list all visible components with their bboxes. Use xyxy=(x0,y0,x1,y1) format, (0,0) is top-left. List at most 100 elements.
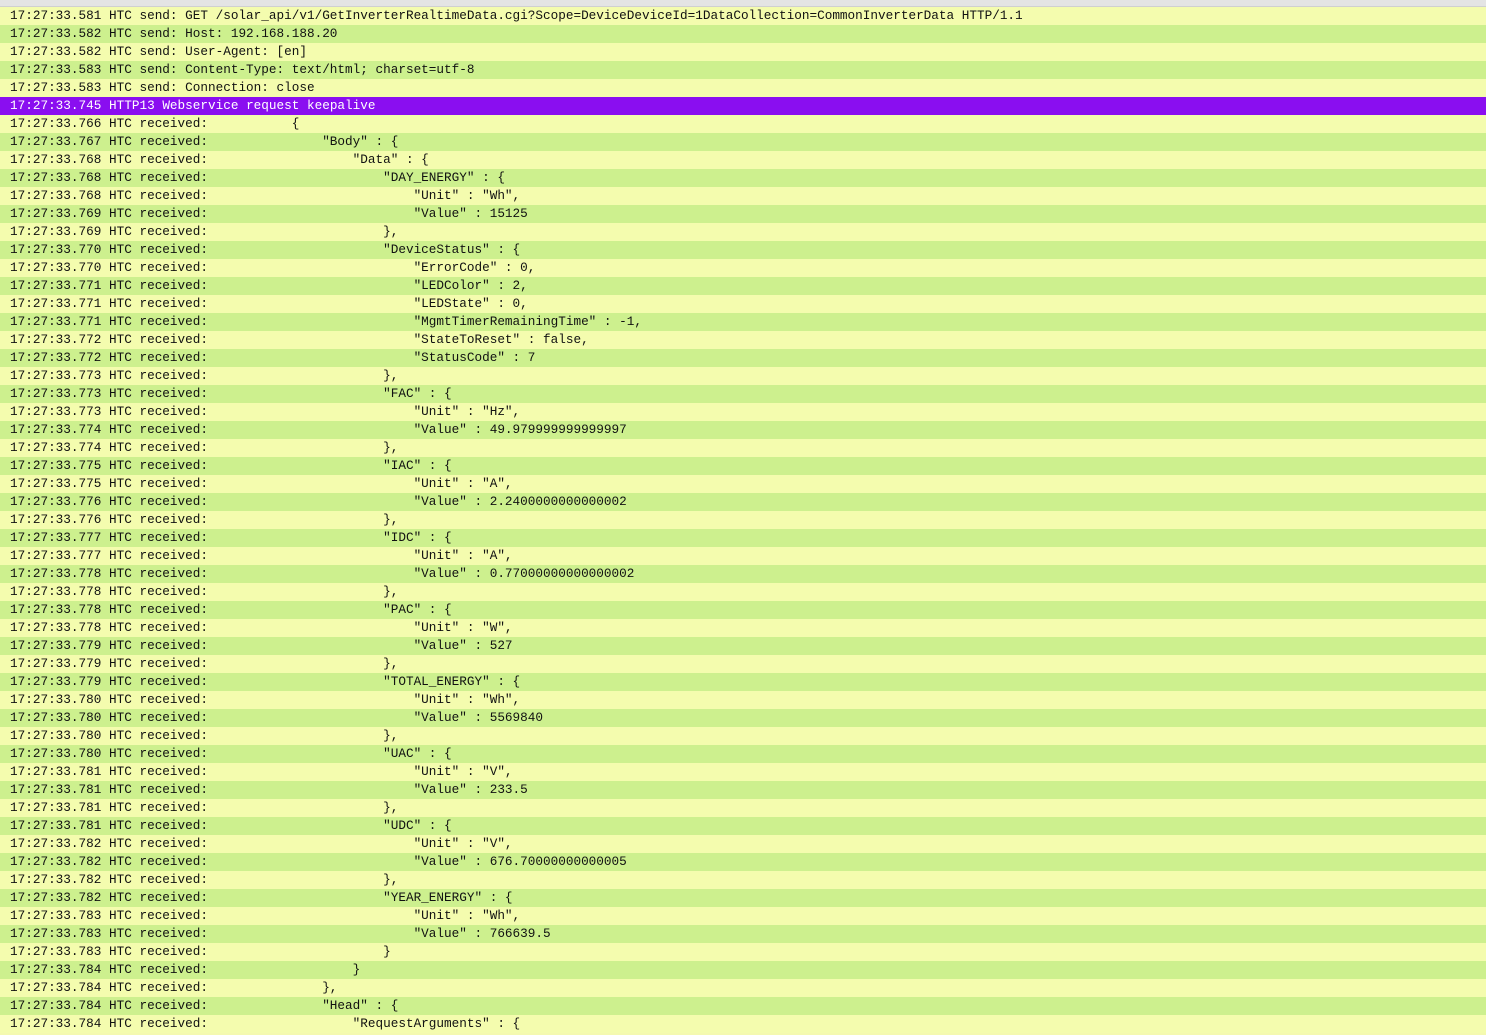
log-line[interactable]: 17:27:33.779 HTC received: "Value" : 527 xyxy=(0,637,1486,655)
log-line[interactable]: 17:27:33.782 HTC received: "YEAR_ENERGY"… xyxy=(0,889,1486,907)
log-line[interactable]: 17:27:33.783 HTC received: } xyxy=(0,943,1486,961)
log-source: HTC xyxy=(109,530,132,545)
log-timestamp: 17:27:33.768 xyxy=(10,152,102,167)
log-source: HTC xyxy=(109,836,132,851)
log-timestamp: 17:27:33.783 xyxy=(10,908,102,923)
log-source: HTC xyxy=(109,620,132,635)
log-line[interactable]: 17:27:33.582 HTC send: Host: 192.168.188… xyxy=(0,25,1486,43)
log-source: HTC xyxy=(109,908,132,923)
log-source: HTTP13 xyxy=(109,98,155,113)
log-line[interactable]: 17:27:33.781 HTC received: }, xyxy=(0,799,1486,817)
log-message: received: }, xyxy=(139,656,399,671)
log-line[interactable]: 17:27:33.776 HTC received: }, xyxy=(0,511,1486,529)
log-line[interactable]: 17:27:33.782 HTC received: }, xyxy=(0,871,1486,889)
log-source: HTC xyxy=(109,260,132,275)
log-line[interactable]: 17:27:33.784 HTC received: "RequestArgum… xyxy=(0,1015,1486,1033)
log-message: received: "UDC" : { xyxy=(139,818,452,833)
log-source: HTC xyxy=(109,584,132,599)
log-line[interactable]: 17:27:33.783 HTC received: "Value" : 766… xyxy=(0,925,1486,943)
log-line[interactable]: 17:27:33.769 HTC received: }, xyxy=(0,223,1486,241)
log-source: HTC xyxy=(109,998,132,1013)
log-line[interactable]: 17:27:33.781 HTC received: "UDC" : { xyxy=(0,817,1486,835)
log-source: HTC xyxy=(109,350,132,365)
log-line[interactable]: 17:27:33.768 HTC received: "Data" : { xyxy=(0,151,1486,169)
log-line[interactable]: 17:27:33.778 HTC received: }, xyxy=(0,583,1486,601)
log-source: HTC xyxy=(109,116,132,131)
log-timestamp: 17:27:33.783 xyxy=(10,944,102,959)
log-timestamp: 17:27:33.778 xyxy=(10,584,102,599)
log-line[interactable]: 17:27:33.782 HTC received: "Unit" : "V", xyxy=(0,835,1486,853)
log-line[interactable]: 17:27:33.774 HTC received: }, xyxy=(0,439,1486,457)
log-source: HTC xyxy=(109,296,132,311)
log-line[interactable]: 17:27:33.784 HTC received: "Head" : { xyxy=(0,997,1486,1015)
log-source: HTC xyxy=(109,440,132,455)
log-message: received: "Value" : 49.979999999999997 xyxy=(139,422,627,437)
log-source: HTC xyxy=(109,872,132,887)
log-line[interactable]: 17:27:33.770 HTC received: "DeviceStatus… xyxy=(0,241,1486,259)
log-message: received: "Value" : 676.70000000000005 xyxy=(139,854,627,869)
log-message: received: } xyxy=(139,962,361,977)
log-line[interactable]: 17:27:33.773 HTC received: "FAC" : { xyxy=(0,385,1486,403)
log-line[interactable]: 17:27:33.772 HTC received: "StatusCode" … xyxy=(0,349,1486,367)
log-line[interactable]: 17:27:33.777 HTC received: "Unit" : "A", xyxy=(0,547,1486,565)
log-line[interactable]: 17:27:33.771 HTC received: "LEDState" : … xyxy=(0,295,1486,313)
log-line[interactable]: 17:27:33.784 HTC received: } xyxy=(0,961,1486,979)
log-message: received: }, xyxy=(139,224,399,239)
log-message: received: "Value" : 527 xyxy=(139,638,513,653)
log-message: received: "Unit" : "A", xyxy=(139,548,513,563)
log-line[interactable]: 17:27:33.776 HTC received: "Value" : 2.2… xyxy=(0,493,1486,511)
log-source: HTC xyxy=(109,602,132,617)
log-line[interactable]: 17:27:33.778 HTC received: "Value" : 0.7… xyxy=(0,565,1486,583)
log-source: HTC xyxy=(109,638,132,653)
log-line[interactable]: 17:27:33.770 HTC received: "ErrorCode" :… xyxy=(0,259,1486,277)
log-line[interactable]: 17:27:33.774 HTC received: "Value" : 49.… xyxy=(0,421,1486,439)
log-line[interactable]: 17:27:33.778 HTC received: "PAC" : { xyxy=(0,601,1486,619)
log-message: received: "Value" : 5569840 xyxy=(139,710,543,725)
log-line[interactable]: 17:27:33.582 HTC send: User-Agent: [en] xyxy=(0,43,1486,61)
log-line[interactable]: 17:27:33.766 HTC received: { xyxy=(0,115,1486,133)
log-line[interactable]: 17:27:33.773 HTC received: "Unit" : "Hz"… xyxy=(0,403,1486,421)
log-line[interactable]: 17:27:33.777 HTC received: "IDC" : { xyxy=(0,529,1486,547)
log-line-highlighted[interactable]: 17:27:33.745 HTTP13 Webservice request k… xyxy=(0,97,1486,115)
log-message: received: "Unit" : "A", xyxy=(139,476,513,491)
log-line[interactable]: 17:27:33.778 HTC received: "Unit" : "W", xyxy=(0,619,1486,637)
log-timestamp: 17:27:33.780 xyxy=(10,710,102,725)
log-line[interactable]: 17:27:33.779 HTC received: "TOTAL_ENERGY… xyxy=(0,673,1486,691)
log-line[interactable]: 17:27:33.781 HTC received: "Value" : 233… xyxy=(0,781,1486,799)
log-source: HTC xyxy=(109,80,132,95)
log-timestamp: 17:27:33.779 xyxy=(10,674,102,689)
log-line[interactable]: 17:27:33.781 HTC received: "Unit" : "V", xyxy=(0,763,1486,781)
log-line[interactable]: 17:27:33.773 HTC received: }, xyxy=(0,367,1486,385)
log-line[interactable]: 17:27:33.775 HTC received: "Unit" : "A", xyxy=(0,475,1486,493)
log-line[interactable]: 17:27:33.780 HTC received: }, xyxy=(0,727,1486,745)
log-line[interactable]: 17:27:33.772 HTC received: "StateToReset… xyxy=(0,331,1486,349)
log-line[interactable]: 17:27:33.783 HTC received: "Unit" : "Wh"… xyxy=(0,907,1486,925)
log-line[interactable]: 17:27:33.784 HTC received: }, xyxy=(0,979,1486,997)
log-line[interactable]: 17:27:33.771 HTC received: "MgmtTimerRem… xyxy=(0,313,1486,331)
log-line[interactable]: 17:27:33.583 HTC send: Connection: close xyxy=(0,79,1486,97)
log-timestamp: 17:27:33.783 xyxy=(10,926,102,941)
log-source: HTC xyxy=(109,926,132,941)
log-message: received: "Unit" : "W", xyxy=(139,620,513,635)
log-line[interactable]: 17:27:33.769 HTC received: "Value" : 151… xyxy=(0,205,1486,223)
log-view[interactable]: 17:27:33.581 HTC send: GET /solar_api/v1… xyxy=(0,7,1486,1033)
log-message: received: "Unit" : "V", xyxy=(139,764,513,779)
log-line[interactable]: 17:27:33.780 HTC received: "UAC" : { xyxy=(0,745,1486,763)
log-line[interactable]: 17:27:33.767 HTC received: "Body" : { xyxy=(0,133,1486,151)
log-message: received: "Head" : { xyxy=(139,998,399,1013)
log-line[interactable]: 17:27:33.779 HTC received: }, xyxy=(0,655,1486,673)
log-line[interactable]: 17:27:33.782 HTC received: "Value" : 676… xyxy=(0,853,1486,871)
log-message: received: "IAC" : { xyxy=(139,458,452,473)
log-line[interactable]: 17:27:33.581 HTC send: GET /solar_api/v1… xyxy=(0,7,1486,25)
log-line[interactable]: 17:27:33.775 HTC received: "IAC" : { xyxy=(0,457,1486,475)
log-message: received: }, xyxy=(139,728,399,743)
log-message: received: "Unit" : "Wh", xyxy=(139,188,521,203)
log-line[interactable]: 17:27:33.780 HTC received: "Value" : 556… xyxy=(0,709,1486,727)
log-line[interactable]: 17:27:33.780 HTC received: "Unit" : "Wh"… xyxy=(0,691,1486,709)
log-line[interactable]: 17:27:33.771 HTC received: "LEDColor" : … xyxy=(0,277,1486,295)
log-line[interactable]: 17:27:33.768 HTC received: "Unit" : "Wh"… xyxy=(0,187,1486,205)
log-source: HTC xyxy=(109,656,132,671)
log-line[interactable]: 17:27:33.768 HTC received: "DAY_ENERGY" … xyxy=(0,169,1486,187)
log-source: HTC xyxy=(109,62,132,77)
log-line[interactable]: 17:27:33.583 HTC send: Content-Type: tex… xyxy=(0,61,1486,79)
